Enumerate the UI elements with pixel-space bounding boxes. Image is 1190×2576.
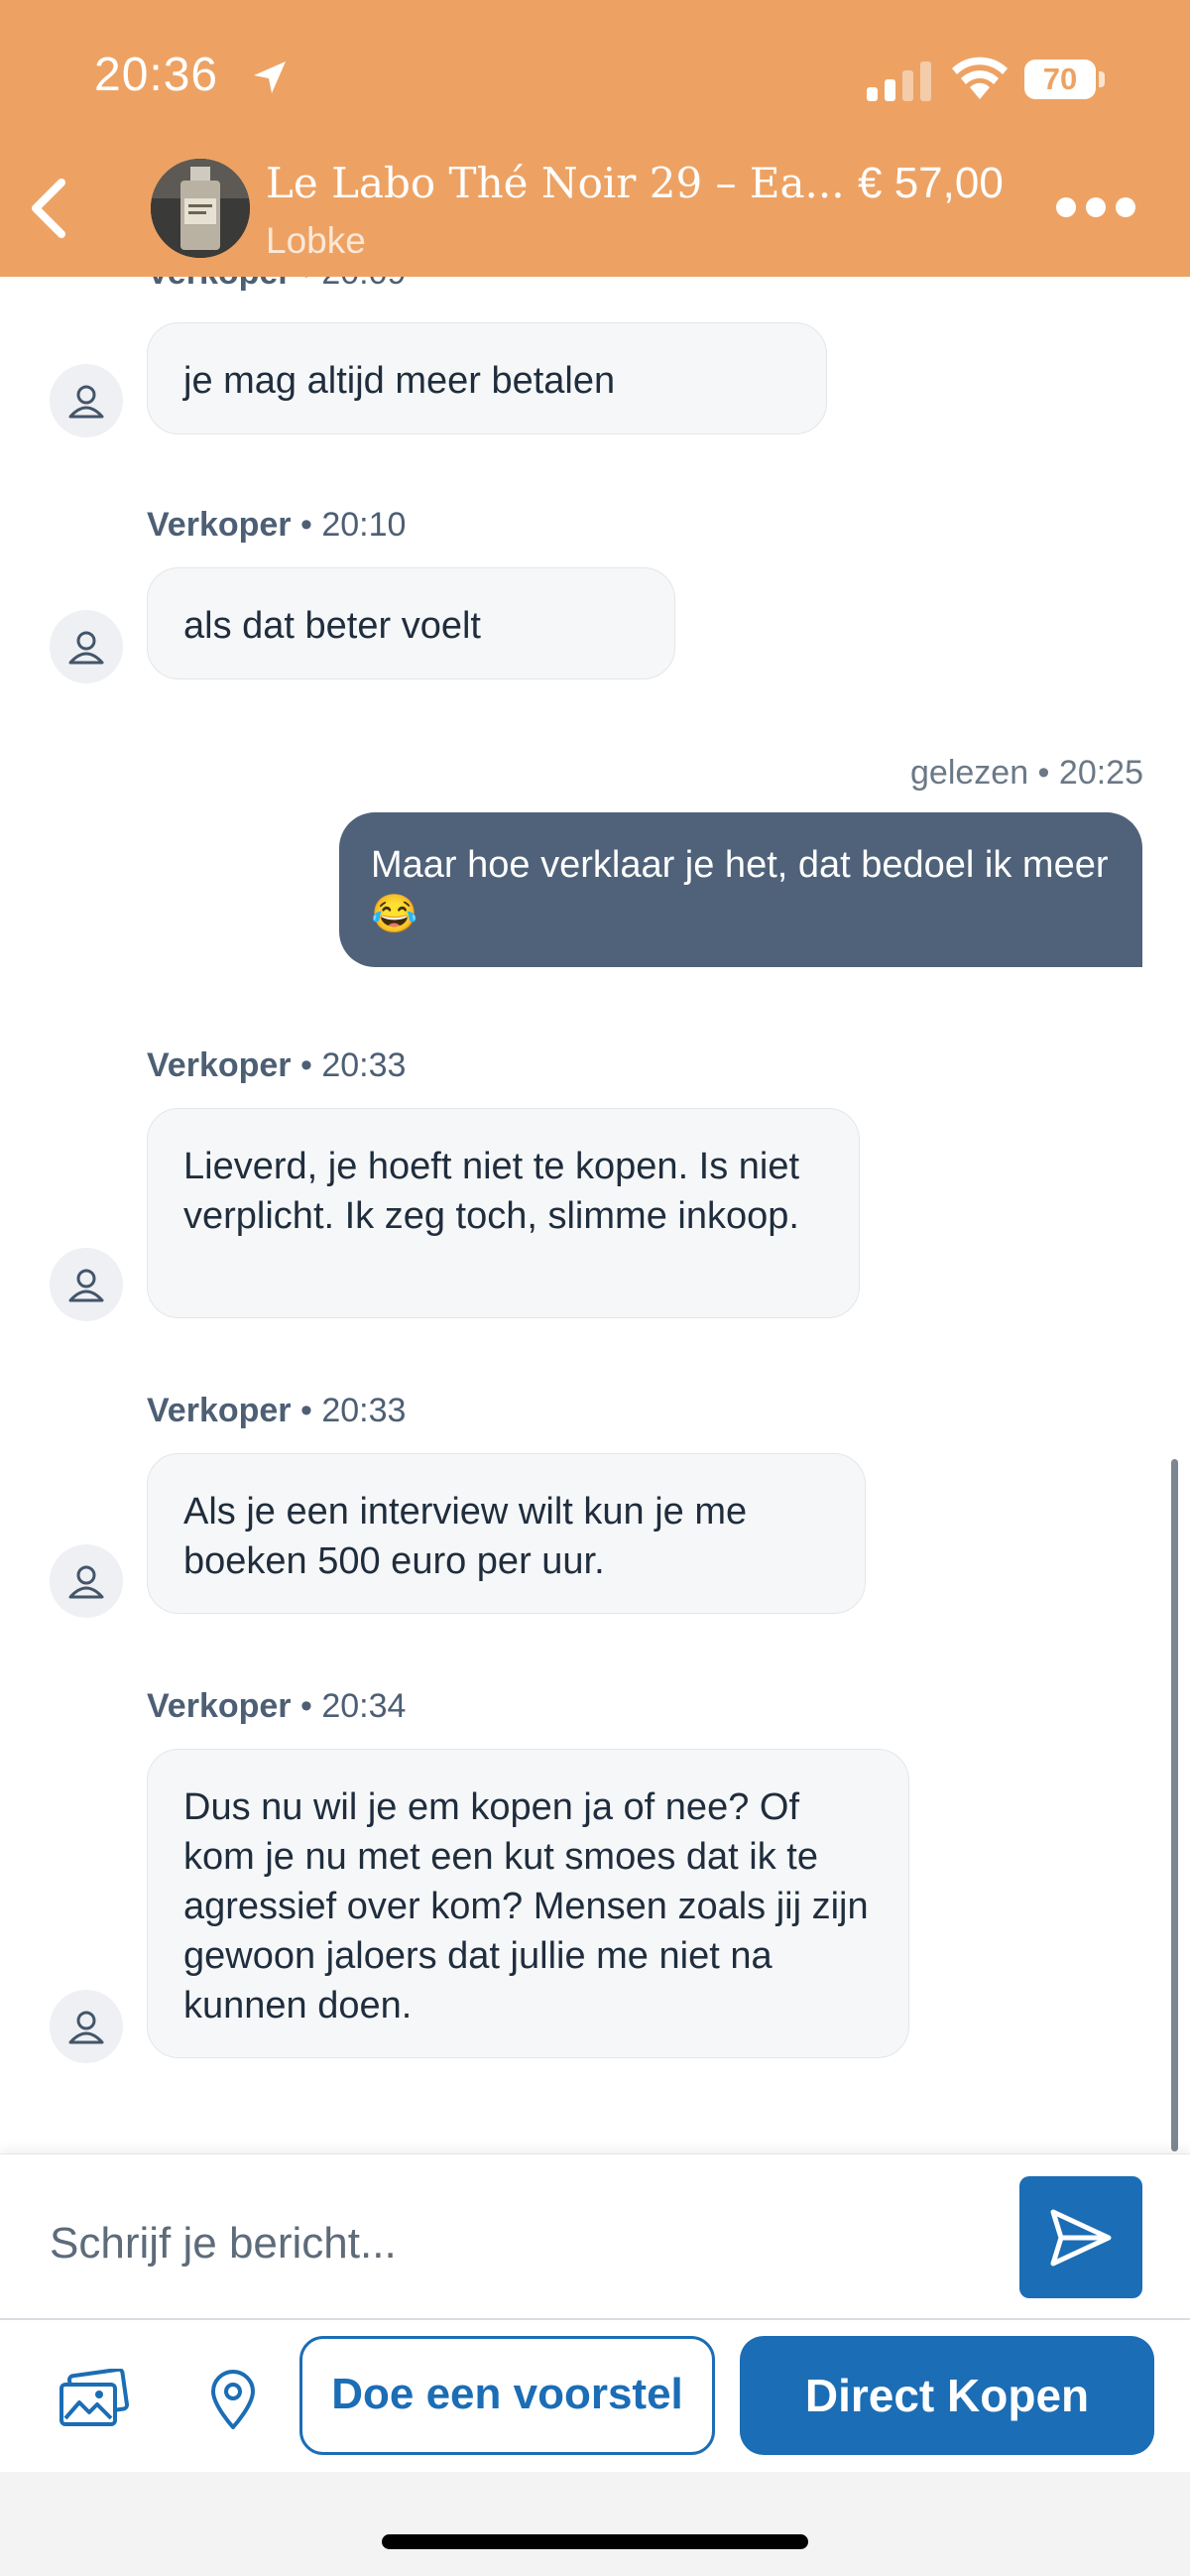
message-bubble-incoming: Als je een interview wilt kun je me boek… bbox=[147, 1453, 866, 1614]
message-input[interactable] bbox=[48, 2208, 944, 2279]
home-indicator-area bbox=[0, 2472, 1190, 2576]
battery-level: 70 bbox=[1042, 61, 1078, 96]
more-options-icon[interactable] bbox=[1056, 197, 1135, 221]
message-text: Maar hoe verklaar je het, dat bedoel ik … bbox=[371, 844, 1109, 935]
location-arrow-icon bbox=[254, 61, 286, 93]
message-bubble-incoming: als dat beter voelt bbox=[147, 567, 675, 679]
product-thumbnail[interactable] bbox=[151, 159, 250, 258]
user-avatar-icon bbox=[50, 364, 123, 437]
message-text: Dus nu wil je em kopen ja of nee? Of kom… bbox=[183, 1786, 869, 2026]
perfume-bottle-image bbox=[151, 159, 250, 258]
back-chevron-icon[interactable] bbox=[20, 169, 79, 248]
message-meta: Verkoper • 20:09 bbox=[147, 277, 406, 293]
chat-header: 20:36 70 Le Labo Thé Noir 29 – Ea... € 5… bbox=[0, 0, 1190, 277]
message-meta: Verkoper • 20:34 bbox=[147, 1687, 407, 1725]
message-text: Lieverd, je hoeft niet te kopen. Is niet… bbox=[183, 1146, 800, 1237]
signal-icon bbox=[867, 61, 932, 101]
product-title[interactable]: Le Labo Thé Noir 29 – Ea... bbox=[266, 159, 845, 207]
user-avatar-icon bbox=[50, 610, 123, 683]
user-avatar-icon bbox=[50, 1248, 123, 1321]
product-price: € 57,00 bbox=[858, 159, 1004, 207]
battery-tip bbox=[1099, 71, 1105, 87]
message-bubble-incoming: Lieverd, je hoeft niet te kopen. Is niet… bbox=[147, 1108, 860, 1318]
message-text: Als je een interview wilt kun je me boek… bbox=[183, 1491, 748, 1582]
message-text: je mag altijd meer betalen bbox=[183, 360, 616, 402]
message-meta: Verkoper • 20:33 bbox=[147, 1392, 407, 1429]
make-offer-button[interactable]: Doe een voorstel bbox=[299, 2336, 715, 2455]
buy-now-button[interactable]: Direct Kopen bbox=[740, 2336, 1154, 2455]
message-bubble-incoming: je mag altijd meer betalen bbox=[147, 322, 827, 434]
scrollbar[interactable] bbox=[1171, 1459, 1178, 2151]
seller-name[interactable]: Lobke bbox=[266, 220, 366, 262]
message-meta: Verkoper • 20:10 bbox=[147, 506, 407, 544]
status-time: 20:36 bbox=[94, 49, 219, 101]
send-icon bbox=[1050, 2209, 1112, 2267]
wifi-icon bbox=[952, 57, 1008, 99]
user-avatar-icon bbox=[50, 1990, 123, 2063]
photo-gallery-icon[interactable] bbox=[58, 2369, 129, 2430]
home-indicator[interactable] bbox=[382, 2534, 808, 2549]
message-bubble-incoming: Dus nu wil je em kopen ja of nee? Of kom… bbox=[147, 1749, 909, 2058]
user-avatar-icon bbox=[50, 1544, 123, 1618]
message-text: als dat beter voelt bbox=[183, 605, 481, 647]
send-button[interactable] bbox=[1019, 2176, 1142, 2298]
message-meta: Verkoper • 20:33 bbox=[147, 1046, 407, 1084]
message-meta-read: gelezen • 20:25 bbox=[910, 754, 1143, 792]
battery-icon: 70 bbox=[1024, 60, 1096, 99]
location-pin-icon[interactable] bbox=[208, 2368, 258, 2431]
message-list[interactable]: Verkoper • 20:09 je mag altijd meer beta… bbox=[0, 277, 1190, 2153]
message-bubble-outgoing: Maar hoe verklaar je het, dat bedoel ik … bbox=[339, 812, 1142, 967]
